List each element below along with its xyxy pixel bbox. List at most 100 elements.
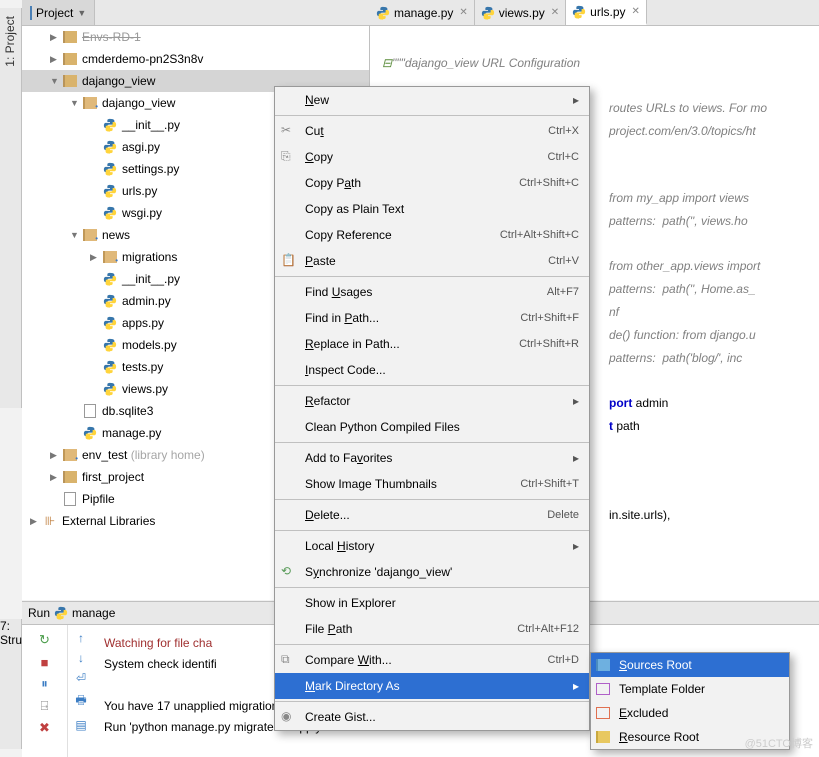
submenu-arrow-icon: ▸ bbox=[573, 394, 579, 408]
editor-tab[interactable]: manage.py✕ bbox=[370, 0, 475, 25]
context-menu-item[interactable]: ⎘ Copy Ctrl+C bbox=[275, 144, 589, 170]
tree-arrow-icon[interactable]: ▼ bbox=[70, 98, 82, 108]
layout-icon[interactable]: ▤ bbox=[75, 718, 86, 732]
context-menu-item[interactable]: Add to Favorites ▸ bbox=[275, 445, 589, 471]
tree-item-icon bbox=[102, 271, 118, 287]
close-tab-icon[interactable]: ✕ bbox=[632, 6, 640, 17]
close-icon[interactable]: ✖ bbox=[36, 719, 54, 737]
editor-tabs: manage.py✕views.py✕urls.py✕ bbox=[370, 0, 819, 26]
context-menu-item[interactable]: Mark Directory As ▸ bbox=[275, 673, 589, 699]
up-icon[interactable]: ↑ bbox=[78, 631, 84, 645]
context-menu-item[interactable]: Refactor ▸ bbox=[275, 388, 589, 414]
tree-arrow-icon[interactable]: ▶ bbox=[50, 54, 62, 65]
context-menu-item[interactable]: 📋 Paste Ctrl+V bbox=[275, 248, 589, 274]
context-menu-item[interactable]: New ▸ bbox=[275, 87, 589, 113]
context-menu-item[interactable]: Find Usages Alt+F7 bbox=[275, 279, 589, 305]
python-icon bbox=[54, 606, 68, 620]
editor-tab[interactable]: views.py✕ bbox=[475, 0, 566, 25]
editor-tab[interactable]: urls.py✕ bbox=[566, 0, 647, 25]
left-dock-structure[interactable]: 7: Structure bbox=[0, 619, 22, 749]
pause-icon[interactable]: ⏸ bbox=[36, 675, 54, 693]
tree-item-icon bbox=[102, 293, 118, 309]
project-tab-label: 1: Project bbox=[0, 8, 20, 75]
context-menu-item[interactable]: File Path Ctrl+Alt+F12 bbox=[275, 616, 589, 642]
submenu-item[interactable]: Template Folder bbox=[591, 677, 789, 701]
submenu-arrow-icon: ▸ bbox=[573, 539, 579, 553]
context-menu-item[interactable]: Replace in Path... Ctrl+Shift+R bbox=[275, 331, 589, 357]
menu-separator bbox=[275, 587, 589, 588]
tree-arrow-icon[interactable]: ▼ bbox=[70, 230, 82, 240]
copy-icon: ⎘ bbox=[281, 149, 297, 165]
chevron-down-icon: ▼ bbox=[77, 8, 86, 18]
tree-item-icon bbox=[62, 491, 78, 507]
context-menu-item[interactable]: Delete... Delete bbox=[275, 502, 589, 528]
menu-separator bbox=[275, 385, 589, 386]
tree-row[interactable]: ▶ cmderdemo-pn2S3n8v bbox=[22, 48, 369, 70]
watermark: @51CTO博客 bbox=[745, 735, 813, 751]
sync-icon: ⟲ bbox=[281, 564, 297, 580]
context-menu-item[interactable]: Copy as Plain Text bbox=[275, 196, 589, 222]
context-menu-item[interactable]: Inspect Code... bbox=[275, 357, 589, 383]
submenu-item[interactable]: Sources Root bbox=[591, 653, 789, 677]
wrap-icon[interactable]: ⏎ bbox=[76, 671, 86, 685]
tree-item-icon bbox=[102, 139, 118, 155]
tree-item-icon bbox=[82, 227, 98, 243]
run-toolbar-right: ↑ ↓ ⏎ 🖶 ▤ bbox=[68, 625, 94, 757]
tree-arrow-icon[interactable]: ▶ bbox=[50, 32, 62, 43]
context-menu-item[interactable]: ◉ Create Gist... bbox=[275, 704, 589, 730]
rerun-icon[interactable]: ↻ bbox=[36, 631, 54, 649]
gist-icon: ◉ bbox=[281, 709, 297, 725]
close-tab-icon[interactable]: ✕ bbox=[459, 7, 467, 18]
run-config-label: manage bbox=[72, 606, 115, 620]
tree-arrow-icon[interactable]: ▶ bbox=[50, 472, 62, 483]
tree-item-icon bbox=[62, 29, 78, 45]
tree-item-icon bbox=[102, 249, 118, 265]
context-menu-item[interactable]: Find in Path... Ctrl+Shift+F bbox=[275, 305, 589, 331]
menu-separator bbox=[275, 115, 589, 116]
menu-separator bbox=[275, 701, 589, 702]
tree-item-icon bbox=[62, 469, 78, 485]
tree-item-icon bbox=[82, 403, 98, 419]
tree-item-icon bbox=[62, 73, 78, 89]
tree-item-icon bbox=[102, 205, 118, 221]
context-menu-item[interactable]: ✂ Cut Ctrl+X bbox=[275, 118, 589, 144]
tree-item-icon bbox=[62, 447, 78, 463]
left-dock-project[interactable]: 1: Project bbox=[0, 8, 22, 408]
context-menu-item[interactable]: Show Image Thumbnails Ctrl+Shift+T bbox=[275, 471, 589, 497]
menu-separator bbox=[275, 499, 589, 500]
project-dropdown[interactable]: Project ▼ bbox=[22, 0, 95, 25]
context-menu-item[interactable]: Clean Python Compiled Files bbox=[275, 414, 589, 440]
exit-icon[interactable]: ⍈ bbox=[36, 697, 54, 715]
context-menu-item[interactable]: Copy Path Ctrl+Shift+C bbox=[275, 170, 589, 196]
down-icon[interactable]: ↓ bbox=[78, 651, 84, 665]
diff-icon: ⧉ bbox=[281, 652, 297, 668]
tree-item-icon bbox=[102, 315, 118, 331]
context-menu[interactable]: New ▸ ✂ Cut Ctrl+X ⎘ Copy Ctrl+C Copy Pa… bbox=[274, 86, 590, 731]
context-menu-item[interactable]: Show in Explorer bbox=[275, 590, 589, 616]
tree-item-icon: ⊪ bbox=[42, 513, 58, 529]
submenu-item[interactable]: Excluded bbox=[591, 701, 789, 725]
tree-arrow-icon[interactable]: ▶ bbox=[50, 450, 62, 461]
context-menu-item[interactable]: ⟲ Synchronize 'dajango_view' bbox=[275, 559, 589, 585]
tree-item-icon bbox=[102, 381, 118, 397]
submenu-arrow-icon: ▸ bbox=[573, 679, 579, 693]
print-icon[interactable]: 🖶 bbox=[75, 691, 86, 712]
context-menu-item[interactable]: Local History ▸ bbox=[275, 533, 589, 559]
close-tab-icon[interactable]: ✕ bbox=[551, 7, 559, 18]
stop-icon[interactable]: ■ bbox=[36, 653, 54, 671]
tree-item-icon bbox=[82, 425, 98, 441]
tree-arrow-icon[interactable]: ▶ bbox=[30, 516, 42, 527]
folder-type-icon bbox=[596, 731, 610, 743]
tree-row[interactable]: ▶ Envs-RD-1 bbox=[22, 26, 369, 48]
folder-type-icon bbox=[596, 683, 610, 695]
paste-icon: 📋 bbox=[281, 253, 297, 269]
tree-arrow-icon[interactable]: ▼ bbox=[50, 76, 62, 86]
menu-separator bbox=[275, 276, 589, 277]
tree-item-icon bbox=[102, 161, 118, 177]
submenu-arrow-icon: ▸ bbox=[573, 451, 579, 465]
tree-item-icon bbox=[102, 359, 118, 375]
context-menu-item[interactable]: ⧉ Compare With... Ctrl+D bbox=[275, 647, 589, 673]
context-menu-item[interactable]: Copy Reference Ctrl+Alt+Shift+C bbox=[275, 222, 589, 248]
tree-arrow-icon[interactable]: ▶ bbox=[90, 252, 102, 263]
tree-item-icon bbox=[102, 183, 118, 199]
